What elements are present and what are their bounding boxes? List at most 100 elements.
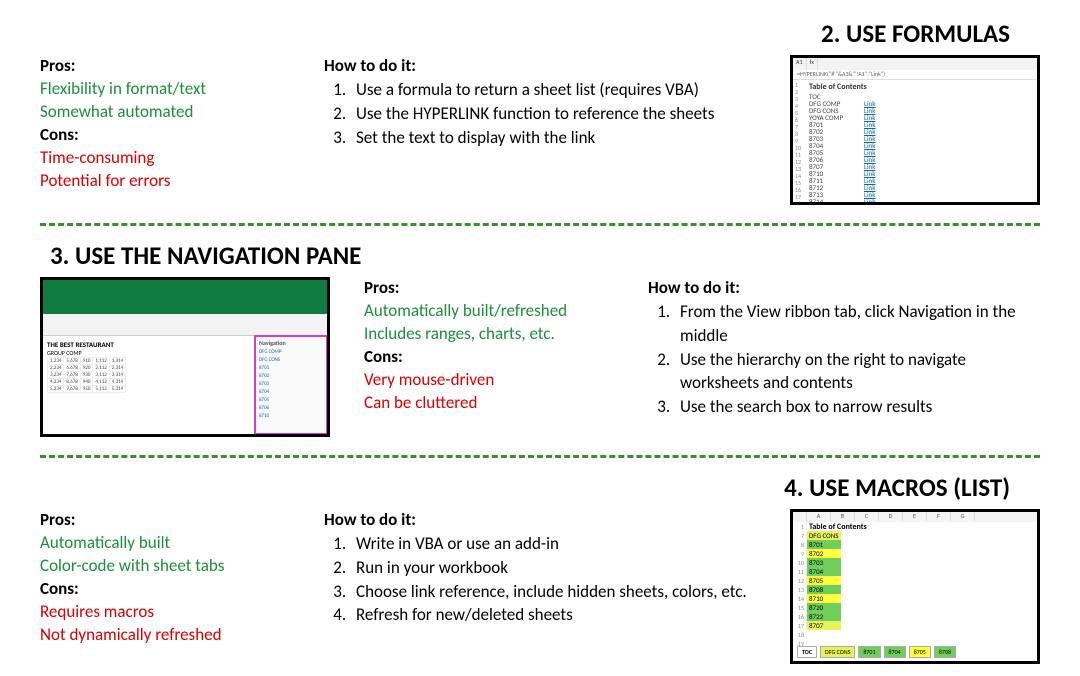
section-title: 2. USE FORMULAS — [40, 18, 1040, 49]
section-divider — [40, 455, 1040, 458]
nav-title: Navigation — [259, 339, 324, 347]
sheet-tabs: TOCDFG CONS8701 870487058708 — [797, 645, 1033, 659]
sheet-tab: 8704 — [884, 646, 906, 658]
toc-row: 8707Link — [809, 163, 1033, 170]
toc-row: 98702 — [793, 549, 1037, 558]
con-item: Requires macros — [40, 601, 300, 624]
pros-cons-col: Pros: Automatically built Color-code wit… — [40, 509, 300, 647]
toc-row: 148710 — [793, 594, 1037, 603]
toc-title: Table of Contents — [809, 82, 1033, 92]
howto-step: Use the search box to narrow results — [674, 395, 1040, 419]
toc-row: 8711Link — [809, 177, 1033, 184]
toc-row: 8704Link — [809, 142, 1033, 149]
howto-step: Choose link reference, include hidden sh… — [350, 580, 756, 604]
section-use-formulas: 2. USE FORMULAS Pros: Flexibility in for… — [40, 10, 1040, 217]
toc-row: DFG COMPLink — [809, 100, 1033, 107]
toc-row: YOYA COMPLink — [809, 114, 1033, 121]
sheet-tab: 8701 — [858, 646, 880, 658]
howto-steps: From the View ribbon tab, click Navigati… — [648, 300, 1040, 419]
toc-row: 168722 — [793, 612, 1037, 621]
howto-steps: Write in VBA or use an add-in Run in you… — [324, 532, 756, 627]
howto-col: How to do it: Use a formula to return a … — [324, 55, 756, 149]
nav-item: 8703 — [259, 381, 324, 387]
excel-thumbnail-macros: ABCDEFG 1Table of Contents 7DFG CONS8870… — [790, 509, 1040, 664]
nav-item: DFG CONS — [259, 357, 324, 363]
toc-row: 128705 — [793, 576, 1037, 585]
toc-row: 8703Link — [809, 135, 1033, 142]
toc-row: 7DFG CONS — [793, 531, 1037, 540]
section-title: 3. USE THE NAVIGATION PANE — [40, 240, 1040, 271]
cons-label: Cons: — [364, 346, 624, 367]
pro-item: Automatically built/refreshed — [364, 300, 624, 323]
howto-step: Use a formula to return a sheet list (re… — [350, 78, 756, 102]
howto-step: Run in your workbook — [350, 556, 756, 580]
formula-bar: =HYPERLINK("#'"&A3&"'!A1","Link") — [793, 70, 1037, 80]
pro-item: Somewhat automated — [40, 101, 300, 124]
section2-columns: Pros: Flexibility in format/text Somewha… — [40, 55, 1040, 205]
toc-title: Table of Contents — [807, 522, 867, 531]
toc-row: 8705Link — [809, 149, 1033, 156]
cons-label: Cons: — [40, 124, 300, 145]
howto-step: Refresh for new/deleted sheets — [350, 603, 756, 627]
section-title: 4. USE MACROS (LIST) — [40, 472, 1040, 503]
con-item: Potential for errors — [40, 170, 300, 193]
howto-label: How to do it: — [324, 55, 756, 76]
con-item: Can be cluttered — [364, 392, 624, 415]
section-macros-list: 4. USE MACROS (LIST) Pros: Automatically… — [40, 464, 1040, 676]
toc-row: 18 — [793, 630, 1037, 639]
con-item: Very mouse-driven — [364, 369, 624, 392]
toc-row: 158720 — [793, 603, 1037, 612]
howto-col: How to do it: Write in VBA or use an add… — [324, 509, 756, 627]
howto-label: How to do it: — [324, 509, 756, 530]
toc-row: 8713Link — [809, 191, 1033, 198]
thumbnail-col: ABCDEFG 1Table of Contents 7DFG CONS8870… — [780, 509, 1040, 664]
section-divider — [40, 223, 1040, 226]
sheet-tab: 8705 — [909, 646, 931, 658]
sheet-subtitle: GROUP COMP — [47, 349, 251, 357]
toc-row: 88701 — [793, 540, 1037, 549]
nav-item: 8706 — [259, 405, 324, 411]
nav-item: 8701 — [259, 365, 324, 371]
toc-row: 8706Link — [809, 156, 1033, 163]
toc-row: 8710Link — [809, 170, 1033, 177]
nav-item: DFG COMP — [259, 349, 324, 355]
excel-thumbnail-navpane: THE BEST RESTAURANT GROUP COMP 1,2345,67… — [40, 277, 330, 437]
toc-row: 138708 — [793, 585, 1037, 594]
howto-label: How to do it: — [648, 277, 1040, 298]
howto-step: From the View ribbon tab, click Navigati… — [674, 300, 1040, 348]
section4-columns: Pros: Automatically built Color-code wit… — [40, 509, 1040, 664]
navigation-pane: Navigation DFG COMP DFG CONS 8701 8702 8703 8… — [255, 336, 327, 434]
toc-row: 178707 — [793, 621, 1037, 630]
nav-item: 8702 — [259, 373, 324, 379]
toc-row: 8702Link — [809, 128, 1033, 135]
sheet-tab: TOC — [797, 646, 817, 658]
pro-item: Includes ranges, charts, etc. — [364, 323, 624, 346]
toc-row: TOC — [809, 93, 1033, 100]
toc-row: 118704 — [793, 567, 1037, 576]
toc-row: 8701Link — [809, 121, 1033, 128]
con-item: Time-consuming — [40, 147, 300, 170]
pros-cons-col: Pros: Flexibility in format/text Somewha… — [40, 55, 300, 193]
pro-item: Color-code with sheet tabs — [40, 555, 300, 578]
sheet-tab: 8708 — [934, 646, 956, 658]
excel-thumbnail-formulas: A1fx =HYPERLINK("#'"&A3&"'!A1","Link") T… — [790, 55, 1040, 205]
pro-item: Flexibility in format/text — [40, 78, 300, 101]
howto-step: Use the HYPERLINK function to reference … — [350, 102, 756, 126]
nav-item: 8710 — [259, 413, 324, 419]
pros-label: Pros: — [40, 509, 300, 530]
howto-step: Use the hierarchy on the right to naviga… — [674, 348, 1040, 396]
pros-label: Pros: — [40, 55, 300, 76]
howto-step: Write in VBA or use an add-in — [350, 532, 756, 556]
toc-row: 8714Link — [809, 198, 1033, 205]
thumbnail-col: A1fx =HYPERLINK("#'"&A3&"'!A1","Link") T… — [780, 55, 1040, 205]
section3-columns: THE BEST RESTAURANT GROUP COMP 1,2345,67… — [40, 277, 1040, 437]
sheet-title: THE BEST RESTAURANT — [47, 340, 251, 349]
sheet-tab: DFG CONS — [820, 646, 855, 658]
toc-row: 8712Link — [809, 184, 1033, 191]
section-navigation-pane: 3. USE THE NAVIGATION PANE THE BEST REST… — [40, 232, 1040, 449]
nav-item: 8705 — [259, 397, 324, 403]
nav-item: 8704 — [259, 389, 324, 395]
pros-label: Pros: — [364, 277, 624, 298]
thumbnail-col: THE BEST RESTAURANT GROUP COMP 1,2345,67… — [40, 277, 340, 437]
howto-col: How to do it: From the View ribbon tab, … — [648, 277, 1040, 419]
